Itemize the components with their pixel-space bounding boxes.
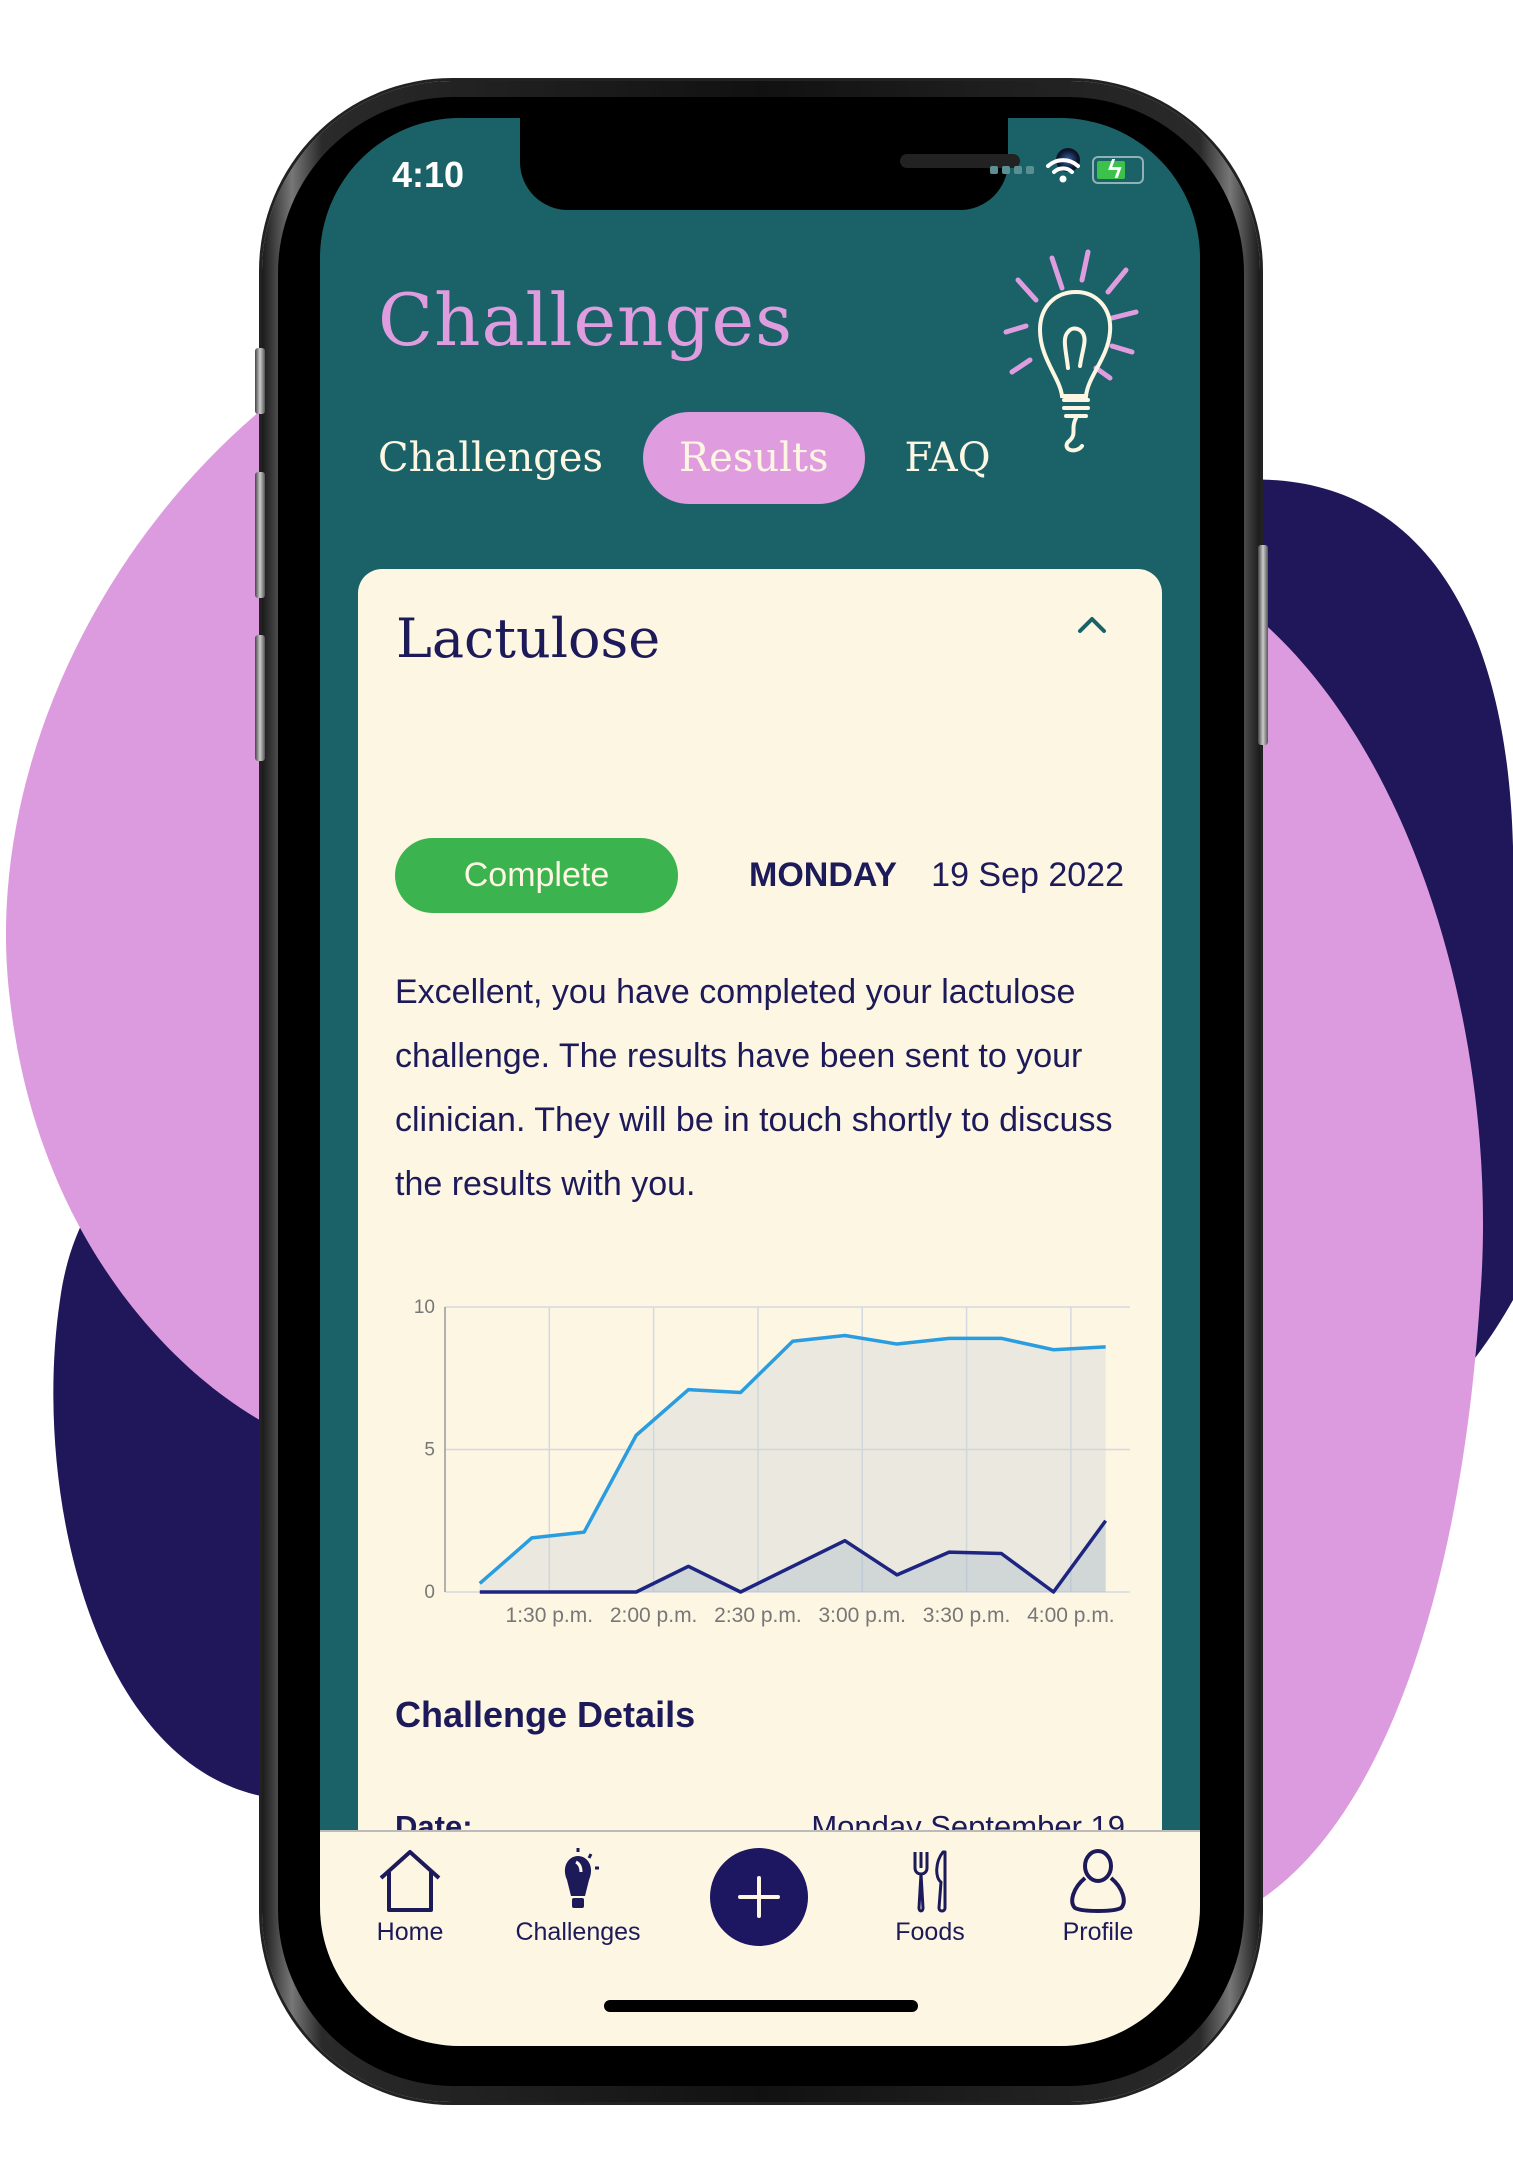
challenge-title: Lactulose xyxy=(396,607,661,670)
nav-label: Home xyxy=(376,1918,444,1946)
details-heading: Challenge Details xyxy=(395,1694,696,1735)
power-button xyxy=(1258,545,1268,745)
person-icon xyxy=(1070,1849,1126,1913)
y-tick-label: 10 xyxy=(414,1297,435,1318)
nav-label: Profile xyxy=(1062,1918,1134,1946)
x-tick-label: 2:00 p.m. xyxy=(610,1604,698,1627)
status-icons: ϟ xyxy=(990,154,1144,184)
nav-home[interactable]: Home xyxy=(330,1848,490,1947)
challenge-date: 19 Sep 2022 xyxy=(931,856,1124,894)
nav-label: Challenges xyxy=(515,1918,641,1946)
x-tick-label: 3:00 p.m. xyxy=(818,1604,906,1627)
tab-results[interactable]: Results xyxy=(643,412,865,504)
bottom-nav: Home Challenges Foods Profile xyxy=(320,1830,1200,2046)
plus-icon xyxy=(738,1876,780,1918)
app-screen: 4:10 ϟ Challenges Challenges Results FAQ… xyxy=(320,118,1200,2046)
area-1 xyxy=(479,1335,1106,1592)
nav-foods[interactable]: Foods xyxy=(850,1848,1010,1947)
tab-challenges[interactable]: Challenges xyxy=(378,412,639,504)
x-tick-label: 3:30 p.m. xyxy=(923,1604,1011,1627)
status-badge: Complete xyxy=(395,838,678,913)
home-icon xyxy=(379,1850,441,1912)
wifi-icon xyxy=(1046,158,1080,183)
battery-icon: ϟ xyxy=(1092,154,1144,184)
add-button[interactable] xyxy=(710,1848,808,1946)
nav-profile[interactable]: Profile xyxy=(1018,1848,1178,1947)
x-tick-label: 1:30 p.m. xyxy=(506,1604,594,1627)
x-tick-label: 2:30 p.m. xyxy=(714,1604,802,1627)
nav-challenges[interactable]: Challenges xyxy=(498,1848,658,1947)
fork-knife-icon xyxy=(913,1850,947,1913)
challenge-card: Lactulose Complete MONDAY 19 Sep 2022 Ex… xyxy=(358,569,1162,1976)
notch xyxy=(520,118,1080,210)
page-title: Challenges xyxy=(378,278,794,362)
nav-label: Foods xyxy=(895,1918,965,1946)
challenge-day: MONDAY xyxy=(749,856,897,894)
segment-tabs: Challenges Results FAQ xyxy=(378,412,1027,504)
signal-icon xyxy=(990,166,1034,174)
results-chart: 0 5 10 1:30 p.m. 2:00 p.m. 2:30 p.m. 3:00 p.m.… xyxy=(414,1297,1130,1627)
chevron-up-icon[interactable] xyxy=(1074,607,1110,643)
lightbulb-icon xyxy=(564,1848,599,1908)
tab-faq[interactable]: FAQ xyxy=(869,412,1027,504)
home-indicator[interactable] xyxy=(604,2000,918,2012)
status-time: 4:10 xyxy=(392,154,465,195)
x-tick-label: 4:00 p.m. xyxy=(1027,1604,1115,1627)
mute-switch xyxy=(255,348,265,414)
y-tick-label: 0 xyxy=(424,1582,435,1603)
result-message: Excellent, you have completed your lactu… xyxy=(395,973,1113,1203)
y-tick-label: 5 xyxy=(424,1440,435,1461)
volume-down-button xyxy=(255,635,265,761)
volume-up-button xyxy=(255,472,265,598)
